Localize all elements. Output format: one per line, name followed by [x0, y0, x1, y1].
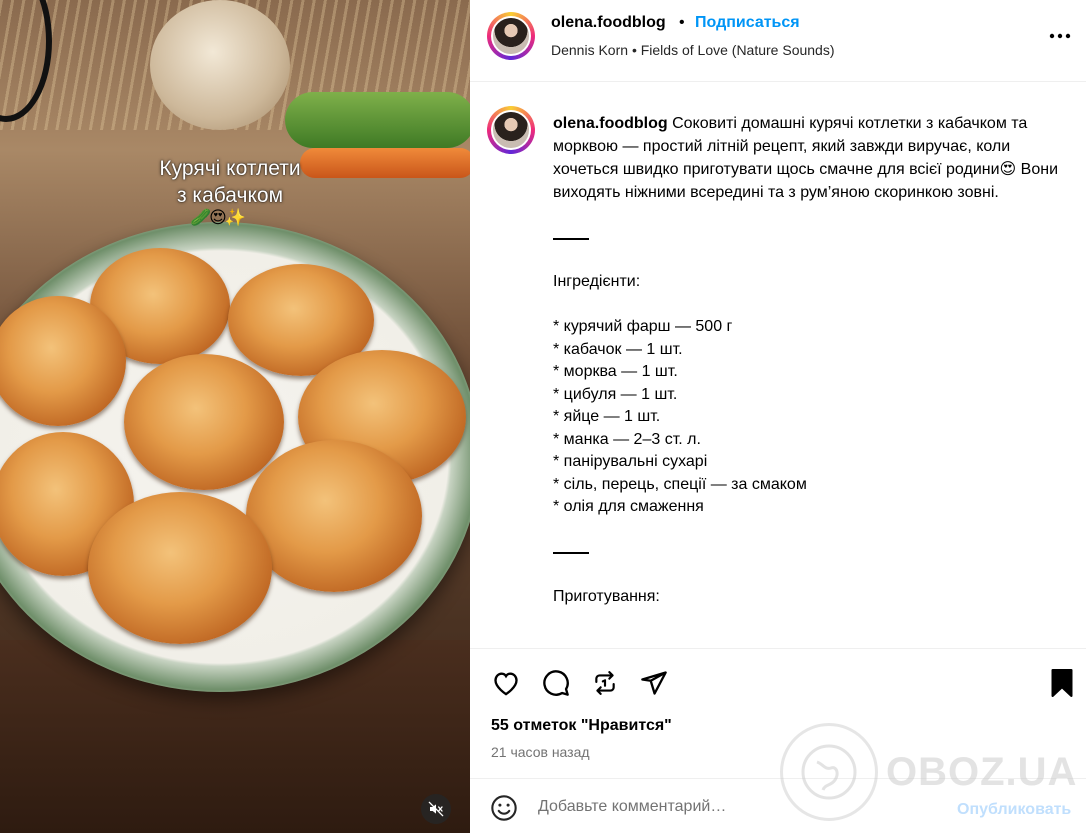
ingredient-item: * олія для смаження: [553, 498, 704, 515]
comment-button[interactable]: [540, 667, 572, 699]
audio-info[interactable]: Dennis Korn • Fields of Love (Nature Sou…: [551, 42, 835, 58]
post-header: olena.foodblog • Подписаться Dennis Korn…: [470, 0, 1086, 82]
share-icon: [641, 671, 667, 695]
audio-track: Fields of Love (Nature Sounds): [640, 42, 835, 58]
comment-input[interactable]: [538, 793, 898, 821]
post-timestamp[interactable]: 21 часов назад: [491, 744, 590, 760]
ingredient-item: * сіль, перець, спеції — за смаком: [553, 475, 807, 493]
share-button[interactable]: [638, 667, 670, 699]
publish-button[interactable]: Опубликовать: [957, 801, 1071, 819]
caption-text: olena.foodblog Соковиті домашні курячі к…: [553, 113, 1075, 608]
comment-icon: [543, 670, 569, 696]
ingredient-item: * яйце — 1 шт.: [553, 408, 661, 425]
video-overlay-title: Курячі котлети з кабачком: [120, 155, 340, 209]
overlay-line-2: з кабачком: [176, 184, 284, 207]
ingredients-list: * курячий фарш — 500 г * кабачок — 1 шт.…: [553, 316, 1075, 519]
overlay-emoji: 🥒😍✨: [190, 208, 246, 228]
garlic-background: [150, 0, 290, 130]
comment-form: Опубликовать: [470, 778, 1086, 834]
ingredient-item: * панірувальні сухарі: [553, 453, 708, 470]
avatar-photo: [493, 18, 529, 54]
cutlet: [88, 492, 272, 644]
preparation-title: Приготування:: [553, 587, 660, 605]
ingredient-item: * цибуля — 1 шт.: [553, 385, 678, 403]
more-options-button[interactable]: [1048, 24, 1072, 48]
emoji-button[interactable]: [490, 794, 520, 824]
post-panel: olena.foodblog • Подписаться Dennis Korn…: [470, 0, 1086, 833]
follow-button[interactable]: Подписаться: [695, 14, 800, 32]
speaker-muted-icon: [428, 801, 444, 817]
post-media[interactable]: Курячі котлети з кабачком 🥒😍✨: [0, 0, 470, 833]
caption-username[interactable]: olena.foodblog: [553, 115, 668, 132]
ingredients-title: Інгредієнти:: [553, 273, 641, 290]
cutlet: [246, 440, 422, 592]
overlay-line-1: Курячі котлети: [159, 157, 301, 180]
mute-button[interactable]: [421, 794, 451, 824]
repost-icon: [595, 671, 615, 695]
separator-dot: •: [679, 14, 685, 31]
emoji-smile-icon: [491, 795, 517, 821]
bookmark-icon: [1051, 669, 1073, 697]
pepper-background: [285, 92, 470, 148]
caption-avatar[interactable]: [487, 106, 535, 154]
avatar[interactable]: [487, 12, 535, 60]
divider-line: [553, 237, 589, 240]
like-button[interactable]: [490, 667, 522, 699]
audio-separator: •: [631, 42, 637, 58]
ingredient-item: * кабачок — 1 шт.: [553, 340, 683, 358]
audio-artist: Dennis Korn: [551, 42, 629, 58]
caption-emoji: 😍: [999, 159, 1017, 178]
likes-count[interactable]: 55 отметок "Нравится": [491, 717, 672, 735]
ingredient-item: * манка — 2–3 ст. л.: [553, 430, 701, 448]
more-horizontal-icon: [1049, 33, 1071, 39]
ingredient-item: * морква — 1 шт.: [553, 363, 678, 380]
cutlet: [124, 354, 284, 490]
username-link[interactable]: olena.foodblog: [551, 14, 666, 32]
caption-area: olena.foodblog Соковиті домашні курячі к…: [470, 82, 1086, 648]
save-button[interactable]: [1046, 667, 1078, 699]
heart-icon: [494, 672, 518, 696]
avatar-photo: [493, 112, 529, 148]
action-bar: 55 отметок "Нравится" 21 часов назад: [470, 648, 1086, 779]
repost-button[interactable]: [589, 667, 621, 699]
divider-line: [553, 552, 589, 554]
ingredient-item: * курячий фарш — 500 г: [553, 318, 733, 335]
